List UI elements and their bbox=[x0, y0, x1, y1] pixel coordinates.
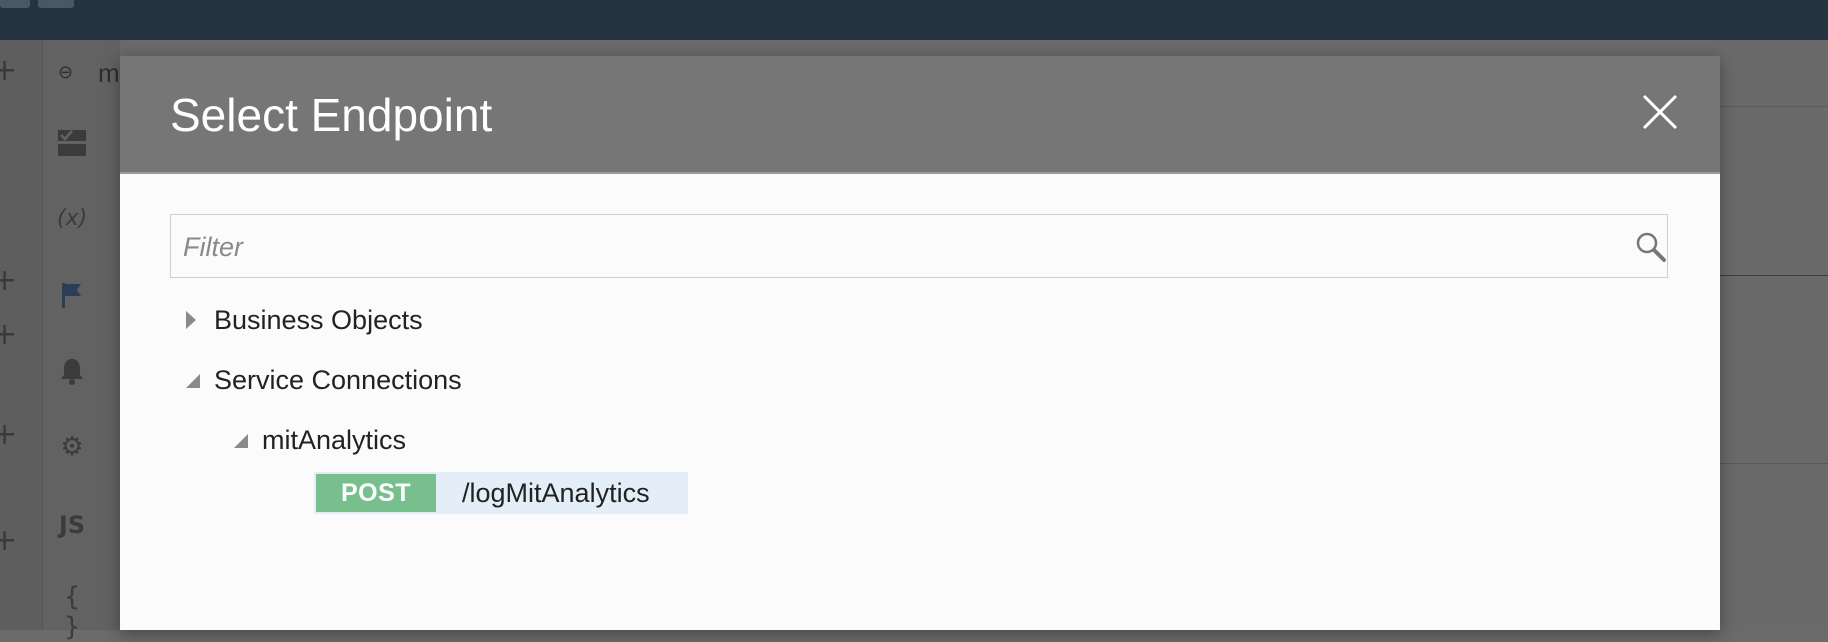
gear-icon[interactable]: ⚙ bbox=[57, 432, 87, 462]
collapse-arrow-icon[interactable] bbox=[182, 370, 202, 390]
endpoint-item-logmitanalytics[interactable]: POST /logMitAnalytics bbox=[314, 472, 688, 514]
checklist-icon[interactable] bbox=[57, 128, 87, 165]
collapse-arrow-icon[interactable] bbox=[230, 430, 250, 450]
tab-icon: ⊖ bbox=[58, 62, 74, 82]
side-toolbar: (x) ⚙ JS { } bbox=[42, 40, 121, 642]
app-top-bar bbox=[0, 0, 1828, 40]
expand-arrow-icon[interactable] bbox=[182, 310, 202, 330]
add-icon[interactable]: + bbox=[0, 320, 17, 350]
tree-node-label: mitAnalytics bbox=[262, 425, 407, 455]
filter-field[interactable] bbox=[170, 214, 1669, 279]
http-method-badge: POST bbox=[316, 474, 436, 512]
tree-node-service-connections[interactable]: Service Connections bbox=[170, 360, 570, 400]
endpoint-path: /logMitAnalytics bbox=[462, 478, 650, 508]
left-gutter: + + + + + bbox=[0, 40, 42, 630]
filter-input[interactable] bbox=[181, 215, 1585, 279]
divider bbox=[1719, 463, 1828, 464]
flag-icon[interactable] bbox=[57, 280, 87, 317]
tree-node-label: Business Objects bbox=[214, 305, 423, 335]
add-icon[interactable]: + bbox=[0, 56, 17, 86]
js-icon[interactable]: JS bbox=[57, 510, 87, 540]
add-icon[interactable]: + bbox=[0, 526, 17, 556]
top-bar-button[interactable] bbox=[38, 0, 74, 8]
close-icon bbox=[1642, 94, 1678, 130]
bell-icon[interactable] bbox=[57, 356, 87, 393]
braces-icon[interactable]: { } bbox=[57, 582, 87, 642]
tree-node-label: Service Connections bbox=[214, 365, 462, 395]
variable-icon[interactable]: (x) bbox=[57, 204, 87, 234]
editor-tab-label[interactable]: m bbox=[98, 58, 120, 89]
tree-node-mitanalytics[interactable]: mitAnalytics bbox=[218, 420, 618, 460]
dialog-title: Select Endpoint bbox=[170, 89, 493, 141]
search-icon[interactable] bbox=[1633, 229, 1669, 265]
close-button[interactable] bbox=[1640, 92, 1680, 132]
tree-node-business-objects[interactable]: Business Objects bbox=[170, 300, 570, 340]
add-icon[interactable]: + bbox=[0, 266, 17, 296]
add-icon[interactable]: + bbox=[0, 420, 17, 450]
divider bbox=[1719, 275, 1828, 276]
dialog-header: Select Endpoint bbox=[120, 56, 1720, 174]
select-endpoint-dialog: Select Endpoint Business Objects Service… bbox=[120, 56, 1720, 630]
top-bar-button[interactable] bbox=[0, 0, 30, 8]
